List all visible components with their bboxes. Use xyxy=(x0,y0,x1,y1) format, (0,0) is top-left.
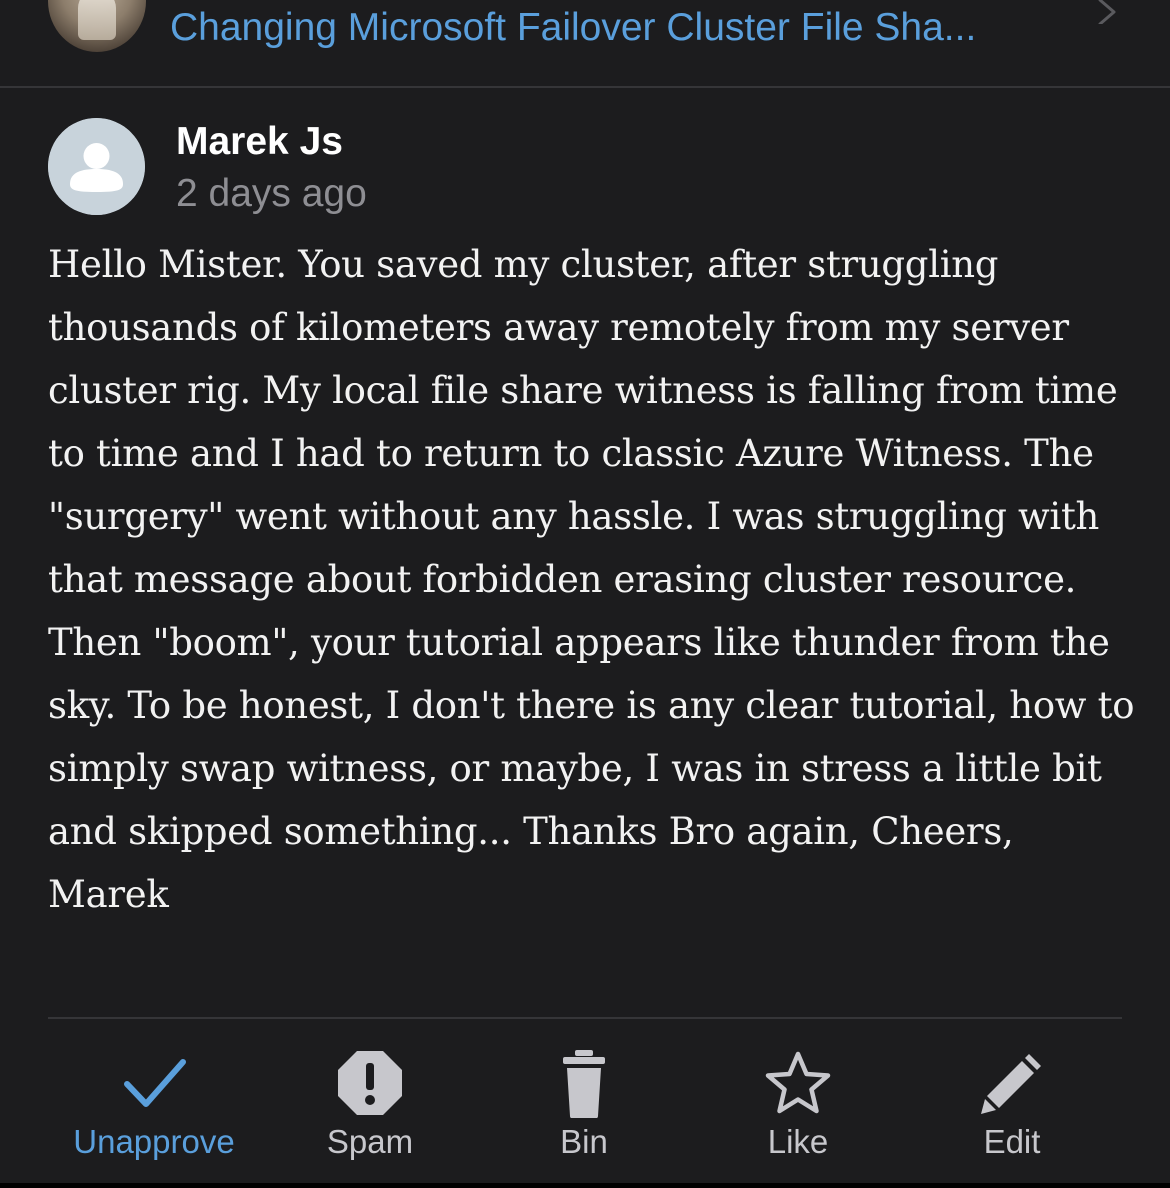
comment-author[interactable]: Marek Js xyxy=(176,119,343,165)
post-thumbnail xyxy=(48,0,146,52)
pencil-icon xyxy=(981,1054,1041,1114)
edit-button[interactable]: Edit xyxy=(912,1040,1112,1170)
checkmark-icon xyxy=(124,1059,186,1107)
star-icon xyxy=(765,1051,831,1114)
divider xyxy=(48,1017,1122,1019)
spam-label: Spam xyxy=(326,1123,414,1160)
bin-button[interactable]: Bin xyxy=(484,1040,684,1170)
like-label: Like xyxy=(767,1123,829,1160)
edit-label: Edit xyxy=(983,1123,1041,1160)
unapprove-label: Unapprove xyxy=(73,1123,235,1160)
trash-icon xyxy=(563,1050,605,1118)
chevron-right-icon[interactable] xyxy=(1096,0,1122,24)
unapprove-button[interactable]: Unapprove xyxy=(54,1040,254,1170)
bin-label: Bin xyxy=(560,1123,608,1160)
post-header[interactable]: Changing Microsoft Failover Cluster File… xyxy=(0,0,1170,88)
comment-body: Hello Mister. You saved my cluster, afte… xyxy=(48,243,1135,916)
user-avatar-icon xyxy=(48,118,145,215)
comment-timestamp: 2 days ago xyxy=(176,172,367,215)
comment-actions: Unapprove Spam Bin Like Edit xyxy=(0,1040,1170,1180)
post-title[interactable]: Changing Microsoft Failover Cluster File… xyxy=(170,4,1070,52)
exclamation-icon xyxy=(338,1051,402,1115)
bottom-edge xyxy=(0,1183,1170,1188)
spam-button[interactable]: Spam xyxy=(270,1040,470,1170)
like-button[interactable]: Like xyxy=(698,1040,898,1170)
